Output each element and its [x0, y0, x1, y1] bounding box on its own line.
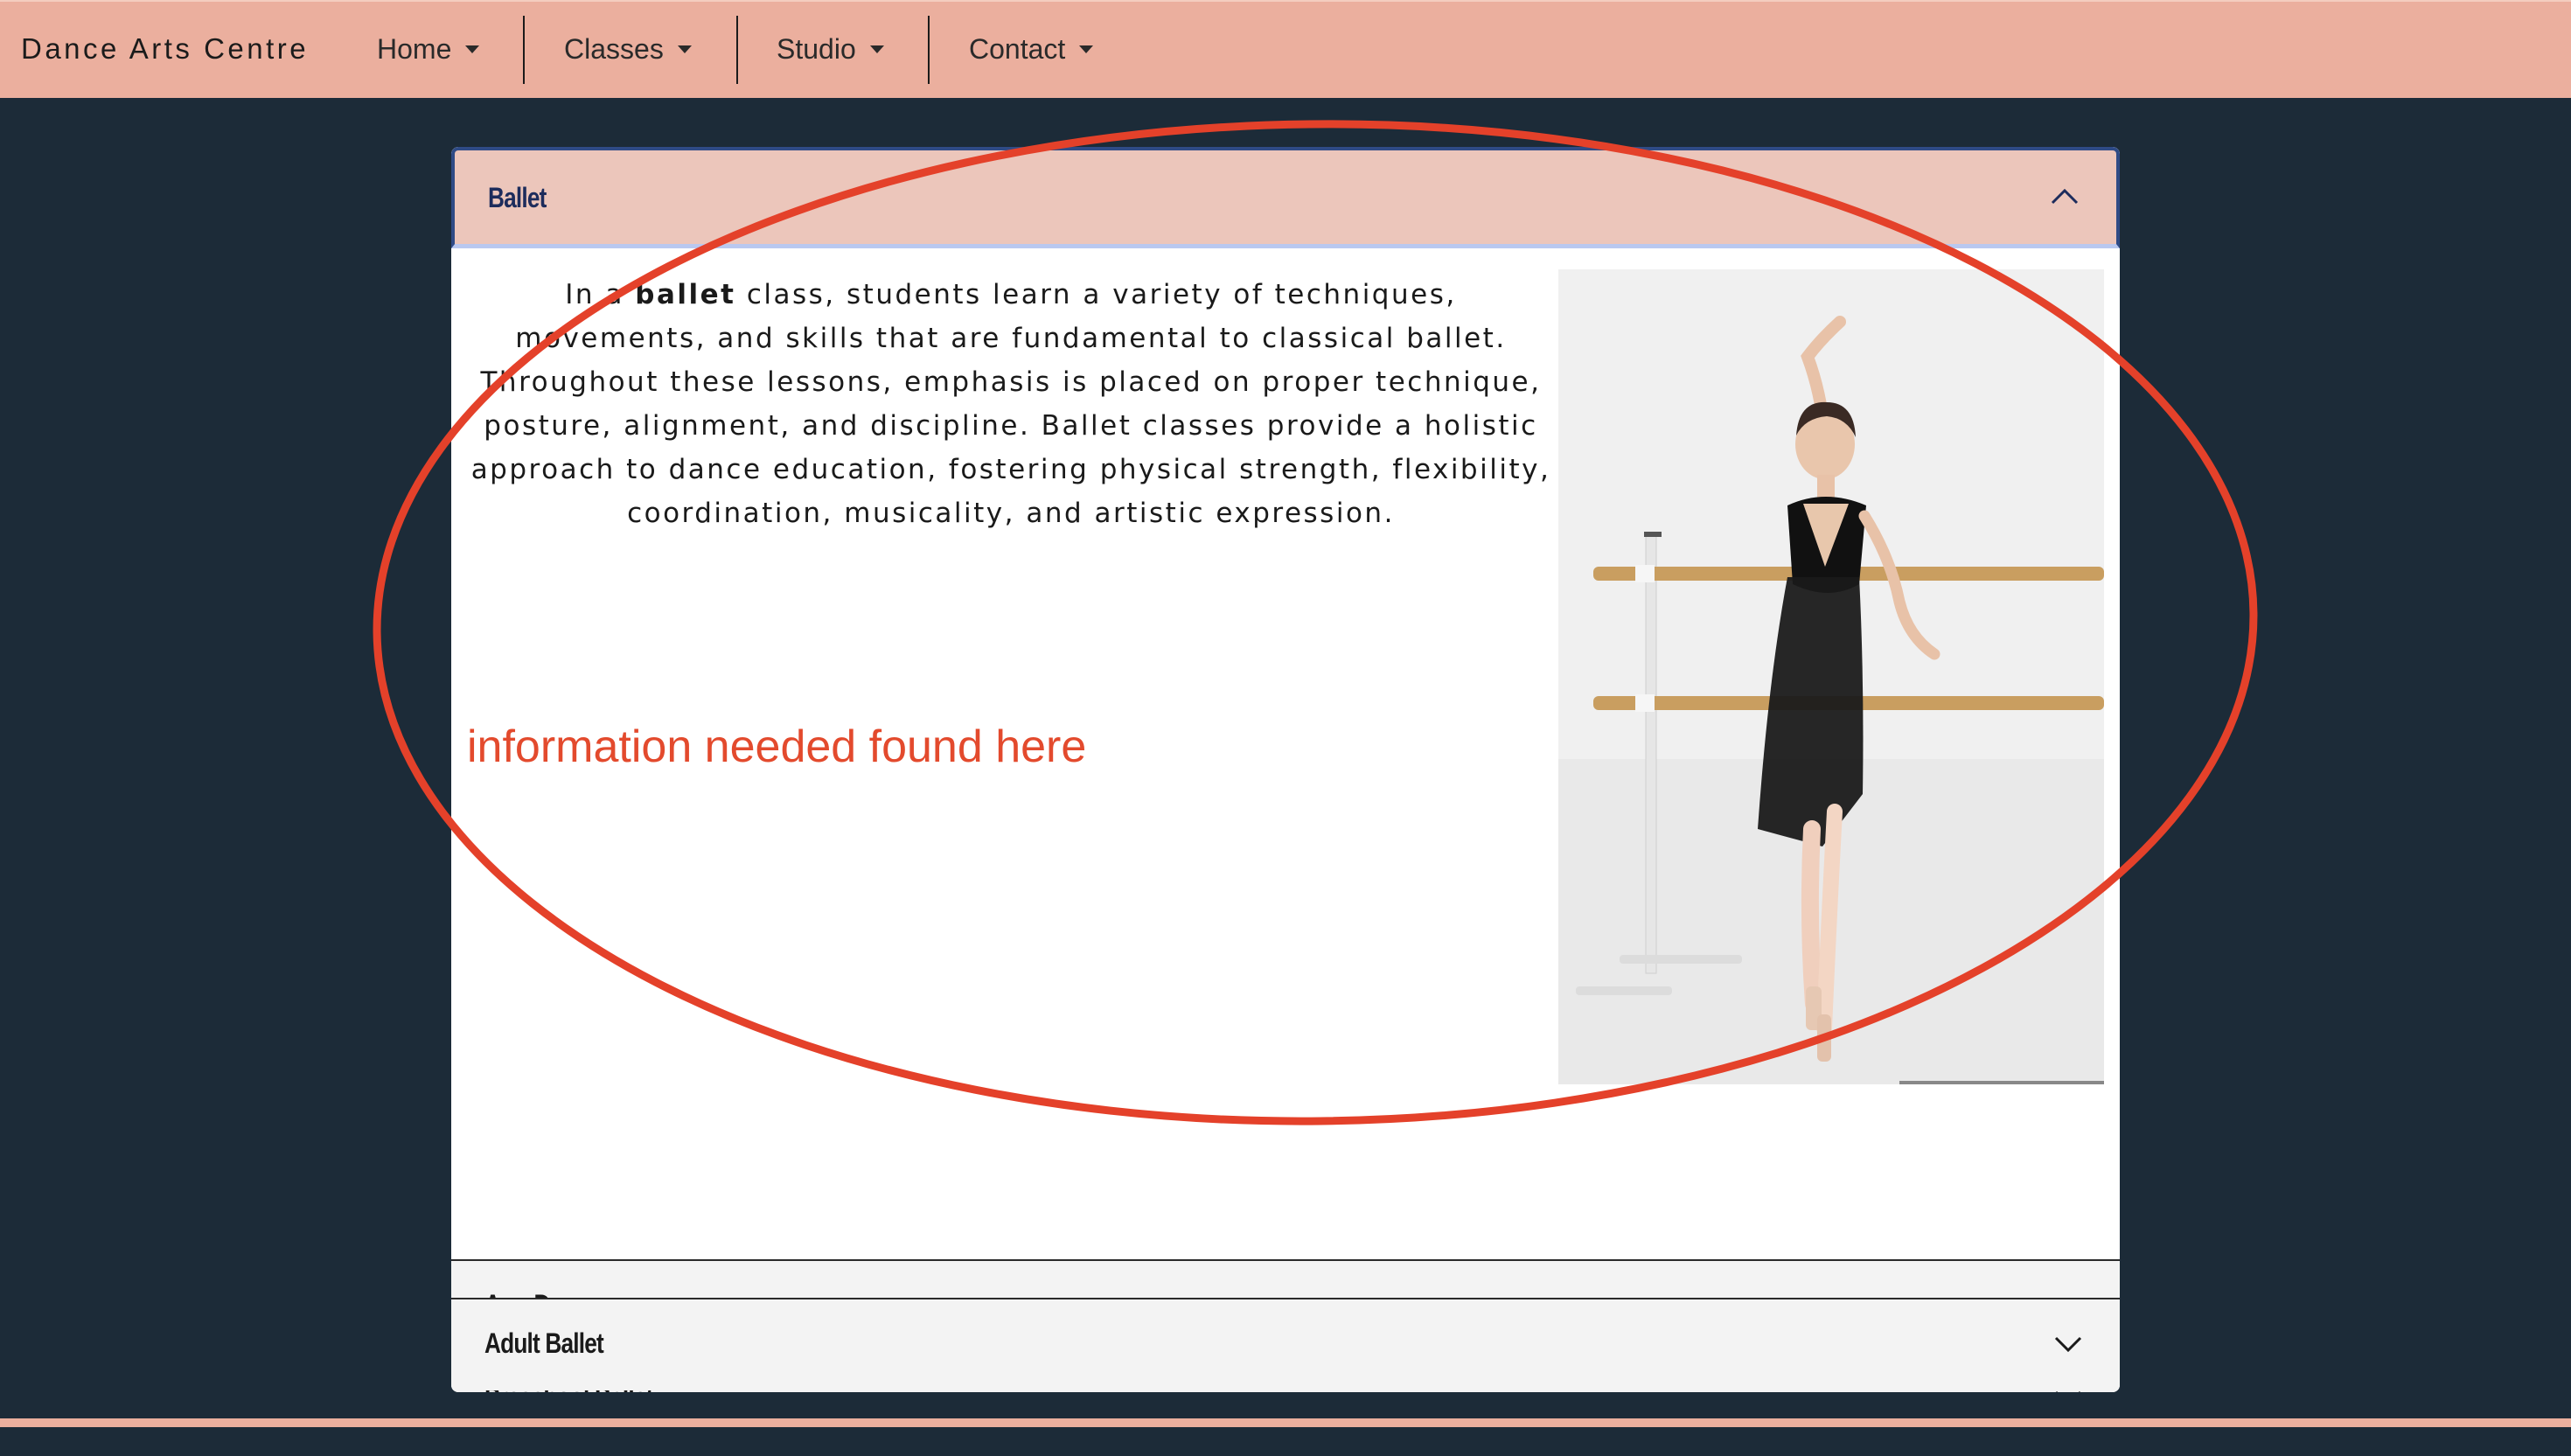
caret-down-icon	[869, 45, 884, 53]
accordion-body-ballet: In a ballet class, students learn a vari…	[451, 248, 2120, 1259]
accordion-title: Ballet	[488, 182, 547, 213]
accordion-header-ballet[interactable]: Ballet	[451, 147, 2120, 248]
nav-item-label: Home	[377, 33, 452, 65]
nav-item-label: Studio	[777, 33, 856, 65]
nav-item-home[interactable]: Home	[377, 31, 480, 66]
accordion-title: Adult Ballet	[484, 1327, 604, 1359]
nav-item-classes[interactable]: Classes	[564, 31, 692, 66]
description-lead: In a	[565, 279, 636, 310]
nav-item-label: Contact	[969, 33, 1066, 65]
ballet-description: In a ballet class, students learn a vari…	[469, 273, 1553, 535]
footer-strip	[0, 1418, 2571, 1427]
caret-down-icon	[1079, 45, 1094, 53]
classes-accordion: Ballet In a ballet class, students learn…	[451, 147, 2120, 1392]
description-rest: class, students learn a variety of techn…	[470, 279, 1551, 529]
nav-item-studio[interactable]: Studio	[777, 31, 884, 66]
accordion-last-wrapper: Adult Ballet	[451, 1298, 2120, 1390]
description-bold: ballet	[635, 279, 736, 310]
top-navbar: Dance Arts Centre Home Classes Studio Co…	[0, 0, 2571, 98]
nav-item-contact[interactable]: Contact	[969, 31, 1094, 66]
caret-down-icon	[465, 45, 480, 53]
nav-divider	[928, 16, 930, 84]
nav-item-label: Classes	[564, 33, 664, 65]
accordion-header-adult-ballet[interactable]: Adult Ballet	[451, 1298, 2120, 1390]
caret-down-icon	[677, 45, 692, 53]
nav-divider	[736, 16, 738, 84]
nav-divider	[523, 16, 525, 84]
ballet-dancer-illustration	[1558, 269, 2104, 1084]
chevron-down-icon	[2054, 1336, 2082, 1353]
brand-logo[interactable]: Dance Arts Centre	[21, 31, 309, 66]
ballet-dancer-photo	[1558, 269, 2104, 1084]
annotation-label: information needed found here	[467, 721, 1087, 772]
chevron-up-icon	[2051, 188, 2079, 205]
